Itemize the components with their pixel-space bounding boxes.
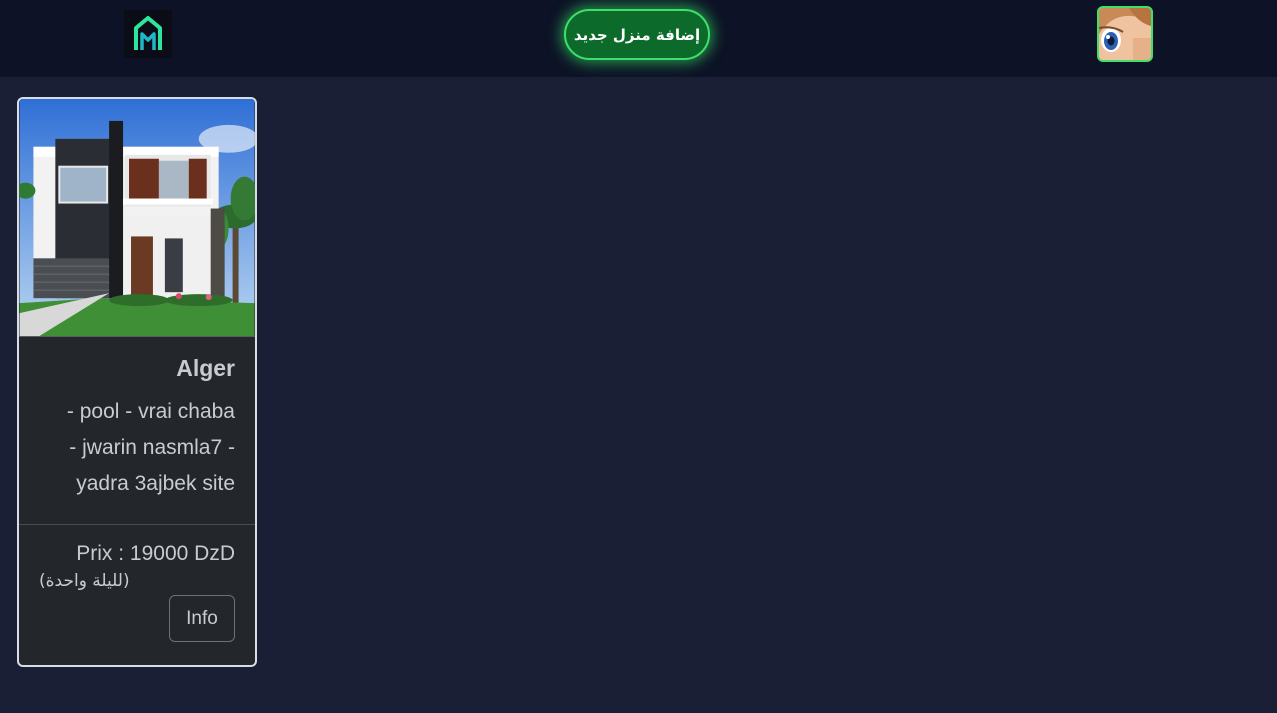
listing-price: Prix : 19000 DzD <box>76 542 235 565</box>
listing-description: - pool - vrai chaba - jwarin nasmla7 - y… <box>39 394 235 502</box>
add-house-button[interactable]: إضافة منزل جديد <box>564 9 710 60</box>
house-photo <box>19 99 255 337</box>
description-line: yadra 3ajbek site <box>76 472 235 495</box>
card-body: Alger - pool - vrai chaba - jwarin nasml… <box>19 337 255 525</box>
card-footer: Prix : 19000 DzD (لليلة واحدة) Info <box>19 525 255 642</box>
listing-city: Alger <box>176 355 235 381</box>
description-line: - jwarin nasmla7 - <box>69 436 235 459</box>
navbar: إضافة منزل جديد <box>0 0 1277 77</box>
description-line: - pool - vrai chaba <box>66 400 235 423</box>
info-button[interactable]: Info <box>169 595 235 642</box>
user-avatar-icon[interactable] <box>1097 6 1153 62</box>
listing-card: Alger - pool - vrai chaba - jwarin nasml… <box>17 97 257 667</box>
per-night-label: (لليلة واحدة) <box>39 571 130 591</box>
house-logo-icon[interactable] <box>124 10 172 58</box>
